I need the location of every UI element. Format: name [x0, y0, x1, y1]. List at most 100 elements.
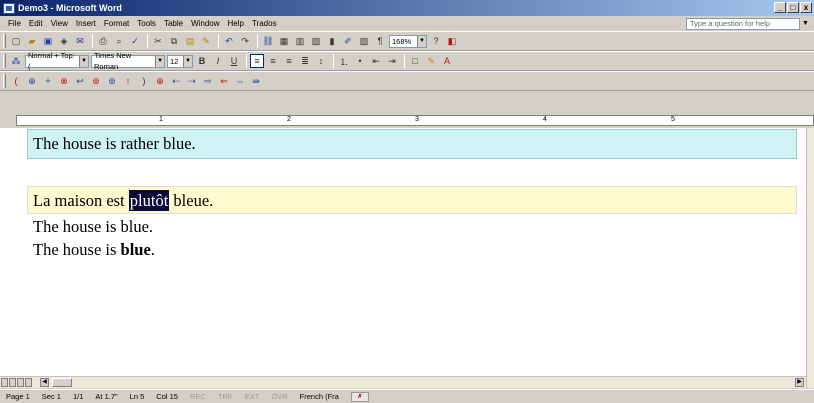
menu-tools[interactable]: Tools: [133, 19, 160, 28]
font-color-icon[interactable]: A: [440, 54, 454, 68]
align-left-icon[interactable]: ≡: [250, 54, 264, 68]
add-term-icon[interactable]: ⇛: [249, 74, 263, 88]
word-app-icon[interactable]: [3, 2, 15, 14]
help-dropdown-icon[interactable]: ▼: [802, 18, 812, 30]
spelling-icon[interactable]: ✓: [128, 34, 142, 48]
numbering-icon[interactable]: ⒈: [337, 54, 351, 68]
copy-source-icon[interactable]: ↑: [121, 74, 135, 88]
scroll-thumb[interactable]: [52, 378, 72, 387]
status-language[interactable]: French (Fra: [294, 392, 345, 401]
cut-icon[interactable]: ✂: [151, 34, 165, 48]
insert-table-icon[interactable]: ▥: [293, 34, 307, 48]
bullets-icon[interactable]: •: [353, 54, 367, 68]
bold-icon[interactable]: B: [195, 54, 209, 68]
underline-icon[interactable]: U: [227, 54, 241, 68]
horizontal-scrollbar[interactable]: ◀ ▶: [0, 376, 806, 388]
scroll-left-icon[interactable]: ◀: [40, 378, 49, 387]
chevron-down-icon[interactable]: ▼: [417, 35, 426, 47]
next-placeable-icon[interactable]: ⇨: [201, 74, 215, 88]
highlight-icon[interactable]: ✎: [424, 54, 438, 68]
menu-view[interactable]: View: [47, 19, 72, 28]
styles-formatting-icon[interactable]: ⁂: [9, 54, 23, 68]
menu-insert[interactable]: Insert: [72, 19, 100, 28]
toolbar-grip[interactable]: [3, 54, 6, 68]
columns-icon[interactable]: ▮: [325, 34, 339, 48]
set-close-icon[interactable]: +: [41, 74, 55, 88]
open-get-icon[interactable]: (: [9, 74, 23, 88]
print-preview-icon[interactable]: ⌕: [112, 34, 126, 48]
save-icon[interactable]: ▣: [41, 34, 55, 48]
italic-icon[interactable]: I: [211, 54, 225, 68]
minimize-button[interactable]: _: [774, 2, 786, 13]
selected-word[interactable]: plutôt: [128, 190, 170, 211]
chevron-down-icon[interactable]: ▼: [183, 55, 192, 67]
term-icon[interactable]: ⇔: [233, 74, 247, 88]
tables-borders-icon[interactable]: ▦: [277, 34, 291, 48]
status-ext[interactable]: EXT: [239, 392, 266, 401]
toolbar-grip[interactable]: [3, 74, 6, 88]
align-right-icon[interactable]: ≡: [282, 54, 296, 68]
paste-icon[interactable]: ▤: [183, 34, 197, 48]
hyperlink-icon[interactable]: ⛓: [261, 34, 275, 48]
get-placeable-icon[interactable]: ⇢: [185, 74, 199, 88]
font-size-select[interactable]: 12 ▼: [167, 54, 193, 68]
chevron-down-icon[interactable]: ▼: [79, 55, 88, 67]
vertical-scrollbar[interactable]: [806, 128, 814, 388]
document-map-icon[interactable]: ▧: [357, 34, 371, 48]
get-next-icon[interactable]: ⊕: [25, 74, 39, 88]
scroll-right-icon[interactable]: ▶: [795, 378, 804, 387]
web-layout-icon[interactable]: [9, 378, 16, 387]
paragraph-text[interactable]: The house is blue.: [33, 237, 155, 263]
get-previous-icon[interactable]: ↩: [73, 74, 87, 88]
copy-icon[interactable]: ⧉: [167, 34, 181, 48]
normal-view-icon[interactable]: [1, 378, 8, 387]
email-icon[interactable]: ✉: [73, 34, 87, 48]
status-ovr[interactable]: OVR: [265, 392, 293, 401]
help-search-input[interactable]: Type a question for help: [686, 18, 800, 30]
zoom-select[interactable]: 168% ▼: [389, 34, 427, 48]
toolbar-grip[interactable]: [3, 34, 6, 48]
source-segment-text[interactable]: The house is rather blue.: [33, 131, 196, 157]
outline-view-icon[interactable]: [25, 378, 32, 387]
horizontal-ruler[interactable]: 1 2 3 4 5: [0, 113, 814, 127]
close-next-icon[interactable]: ⊗: [57, 74, 71, 88]
concordance-icon[interactable]: ⊚: [105, 74, 119, 88]
target-segment-text[interactable]: La maison est plutôt bleue.: [33, 188, 213, 214]
open-folder-icon[interactable]: ▰: [25, 34, 39, 48]
increase-indent-icon[interactable]: ⇥: [385, 54, 399, 68]
menu-edit[interactable]: Edit: [25, 19, 47, 28]
new-document-icon[interactable]: ▢: [9, 34, 23, 48]
justify-icon[interactable]: ≣: [298, 54, 312, 68]
line-spacing-icon[interactable]: ↕: [314, 54, 328, 68]
drawing-icon[interactable]: ✐: [341, 34, 355, 48]
menu-help[interactable]: Help: [224, 19, 248, 28]
chevron-down-icon[interactable]: ▼: [155, 55, 164, 67]
previous-placeable-icon[interactable]: ⇠: [169, 74, 183, 88]
font-select[interactable]: Times New Roman ▼: [91, 51, 165, 71]
redo-icon[interactable]: ↷: [238, 34, 252, 48]
menu-format[interactable]: Format: [100, 19, 133, 28]
close-segment-icon[interactable]: ): [137, 74, 151, 88]
insert-excel-icon[interactable]: ▨: [309, 34, 323, 48]
fuzzy-icon[interactable]: ⇐: [217, 74, 231, 88]
help-icon[interactable]: ?: [429, 34, 443, 48]
print-layout-icon[interactable]: [17, 378, 24, 387]
translate-all-icon[interactable]: ⊕: [153, 74, 167, 88]
spelling-status-icon[interactable]: ✗: [350, 391, 369, 402]
decrease-indent-icon[interactable]: ⇤: [369, 54, 383, 68]
style-select[interactable]: Normal + Top: ( ▼: [25, 51, 89, 71]
read-icon[interactable]: ◧: [445, 34, 459, 48]
menu-file[interactable]: File: [4, 19, 25, 28]
align-center-icon[interactable]: ≡: [266, 54, 280, 68]
status-trk[interactable]: TRK: [212, 392, 239, 401]
menu-window[interactable]: Window: [187, 19, 223, 28]
menu-trados[interactable]: Trados: [248, 19, 281, 28]
undo-icon[interactable]: ↶: [222, 34, 236, 48]
maximize-button[interactable]: □: [787, 2, 799, 13]
status-rec[interactable]: REC: [184, 392, 212, 401]
menu-table[interactable]: Table: [160, 19, 187, 28]
print-icon[interactable]: ⎙: [96, 34, 110, 48]
show-hide-icon[interactable]: ¶: [373, 34, 387, 48]
close-button[interactable]: x: [800, 2, 812, 13]
permission-icon[interactable]: ◈: [57, 34, 71, 48]
